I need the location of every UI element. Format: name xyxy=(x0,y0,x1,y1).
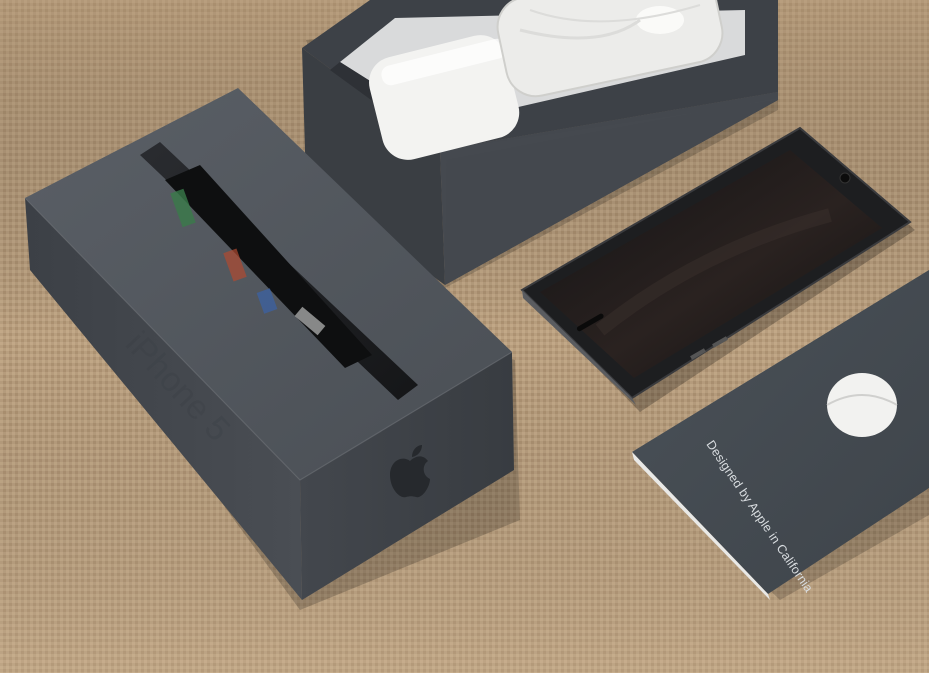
front-camera xyxy=(839,172,851,184)
unboxing-photo: iPhone 5 Designed by Apple in California xyxy=(0,0,929,673)
photo-canvas: iPhone 5 Designed by Apple in California xyxy=(0,0,929,673)
apple-sticker-icon xyxy=(826,373,898,437)
